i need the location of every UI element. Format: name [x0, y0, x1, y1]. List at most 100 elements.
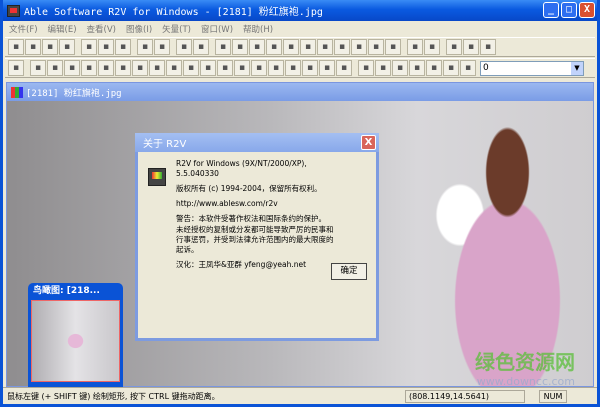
draw-line-button[interactable]: ▪	[30, 60, 46, 76]
horizontal-button[interactable]: ▪	[98, 60, 114, 76]
image-button[interactable]: ▪	[193, 39, 209, 55]
node-label-button[interactable]: ▪	[426, 60, 442, 76]
chevron-down-icon[interactable]: ▼	[571, 61, 583, 75]
ok-button[interactable]: 确定	[331, 263, 367, 280]
measure-icon: ▪	[304, 42, 312, 52]
open-icon: ▪	[12, 42, 20, 52]
menu-item-4[interactable]: 矢量(T)	[162, 23, 191, 35]
minimize-button[interactable]: _	[543, 2, 559, 18]
print-icon: ▪	[63, 42, 71, 52]
close-button[interactable]: X	[579, 2, 595, 18]
measure-button[interactable]: ▪	[300, 39, 316, 55]
copyright-text: 版权所有 (c) 1994-2004，保留所有权利。	[176, 184, 322, 193]
maximize-button[interactable]: □	[561, 2, 577, 18]
split-button[interactable]: ▪	[334, 39, 350, 55]
move-node-button[interactable]: ▪	[409, 60, 425, 76]
save-button[interactable]: ▪	[25, 39, 41, 55]
pick-icon: ▪	[428, 42, 436, 52]
vertical-button[interactable]: ▪	[81, 60, 97, 76]
select-vector-button[interactable]: ▪	[115, 39, 131, 55]
birdseye-window[interactable]: 鸟瞰图: [218...	[28, 283, 123, 388]
polygon-button[interactable]: ▪	[47, 60, 63, 76]
curve-button[interactable]: ▪	[64, 60, 80, 76]
hatch-icon: ▪	[289, 63, 297, 73]
context-help-button[interactable]: ▪	[480, 39, 496, 55]
points-button[interactable]: ▪	[149, 60, 165, 76]
window-title: Able Software R2V for Windows - [2181] 粉…	[24, 7, 323, 18]
menu-item-2[interactable]: 查看(V)	[87, 23, 116, 35]
dialog-close-button[interactable]: X	[361, 135, 376, 150]
chart-button[interactable]: ▪	[385, 39, 401, 55]
menu-item-5[interactable]: 窗口(W)	[201, 23, 233, 35]
crosshair-button[interactable]: ▪	[407, 39, 423, 55]
zoom-in-icon: ▪	[85, 42, 93, 52]
menu-item-0[interactable]: 文件(F)	[9, 23, 38, 35]
level-button[interactable]: ▪	[268, 60, 284, 76]
zoom-in-button[interactable]: ▪	[81, 39, 97, 55]
split-icon: ▪	[338, 42, 346, 52]
about-dialog: 关于 R2V X R2V for Windows (9X/NT/2000/XP)…	[135, 133, 379, 341]
edit-button[interactable]: ▪	[446, 39, 462, 55]
select-vector-icon: ▪	[119, 42, 127, 52]
histogram-button[interactable]: ▪	[368, 39, 384, 55]
rectangle-button[interactable]: ▪	[232, 39, 248, 55]
diagonal-button[interactable]: ▪	[166, 60, 182, 76]
layer-combo[interactable]: 0 ▼	[480, 60, 584, 76]
angle-button[interactable]: ▪	[115, 60, 131, 76]
extend-icon: ▪	[136, 63, 144, 73]
vector-toolbar: ▪ ▪ ▪ ▪ ▪ ▪ ▪ ▪ ▪ ▪ ▪ ▪ ▪ ▪ ▪ ▪ ▪ ▪ ▪ ▪ ▪ ▪ ▪ ▪ ▪ ▪ ▪ 0 ▼	[5, 58, 595, 78]
line-icon: ▪	[270, 42, 278, 52]
grid-button[interactable]: ▪	[176, 39, 192, 55]
target-button[interactable]: ▪	[351, 39, 367, 55]
menu-item-1[interactable]: 编辑(E)	[48, 23, 77, 35]
plus-button[interactable]: ▪	[317, 39, 333, 55]
status-message: 鼠标左键 (+ SHIFT 键) 绘制矩形, 按下 CTRL 键拖动距离。	[7, 391, 220, 401]
join-icon: ▪	[238, 63, 246, 73]
fill-button[interactable]: ▪	[319, 60, 335, 76]
horizontal-icon: ▪	[102, 63, 110, 73]
dot-icon: ▪	[447, 63, 455, 73]
hatch-button[interactable]: ▪	[285, 60, 301, 76]
undo-button[interactable]: ▪	[137, 39, 153, 55]
translator-text: 汉化：王凤华&亚群 yfeng@yeah.net	[176, 260, 307, 269]
join-button[interactable]: ▪	[234, 60, 250, 76]
print-button[interactable]: ▪	[59, 39, 75, 55]
add-node-icon: ▪	[379, 63, 387, 73]
node-button[interactable]: ▪	[283, 39, 299, 55]
birdseye-title: 鸟瞰图: [218...	[33, 286, 100, 296]
menu-bar: 文件(F) 编辑(E) 查看(V) 图像(I) 矢量(T) 窗口(W) 帮助(H)	[3, 21, 597, 37]
clock-icon: ▪	[12, 63, 20, 73]
fill-rect-button[interactable]: ▪	[249, 39, 265, 55]
line-button[interactable]: ▪	[266, 39, 282, 55]
save-all-icon: ▪	[46, 42, 54, 52]
corner-button[interactable]: ▪	[217, 60, 233, 76]
pick-button[interactable]: ▪	[424, 39, 440, 55]
save-all-button[interactable]: ▪	[42, 39, 58, 55]
zoom-out-button[interactable]: ▪	[98, 39, 114, 55]
help-button[interactable]: ▪	[463, 39, 479, 55]
corner-icon: ▪	[221, 63, 229, 73]
grid-icon: ▪	[180, 42, 188, 52]
menu-item-3[interactable]: 图像(I)	[126, 23, 152, 35]
delete-node-button[interactable]: ▪	[392, 60, 408, 76]
dot-button[interactable]: ▪	[443, 60, 459, 76]
menu-item-6[interactable]: 帮助(H)	[243, 23, 273, 35]
trace-button[interactable]: ▪	[215, 39, 231, 55]
open-button[interactable]: ▪	[8, 39, 24, 55]
arrow-button[interactable]: ▪	[358, 60, 374, 76]
birdseye-thumbnail[interactable]	[31, 300, 120, 382]
watermark-logo: 绿色资源网 www.downcc.com	[475, 350, 575, 388]
rectangle-icon: ▪	[236, 42, 244, 52]
text-button[interactable]: ▪	[302, 60, 318, 76]
align-button[interactable]: ▪	[336, 60, 352, 76]
slope-button[interactable]: ▪	[200, 60, 216, 76]
pointer-button[interactable]: ▪	[154, 39, 170, 55]
extend-button[interactable]: ▪	[132, 60, 148, 76]
dash-button[interactable]: ▪	[251, 60, 267, 76]
square-button[interactable]: ▪	[183, 60, 199, 76]
title-bar: Able Software R2V for Windows - [2181] 粉…	[3, 0, 597, 21]
clock-button[interactable]: ▪	[8, 60, 24, 76]
snap-button[interactable]: ▪	[460, 60, 476, 76]
angle-icon: ▪	[119, 63, 127, 73]
add-node-button[interactable]: ▪	[375, 60, 391, 76]
